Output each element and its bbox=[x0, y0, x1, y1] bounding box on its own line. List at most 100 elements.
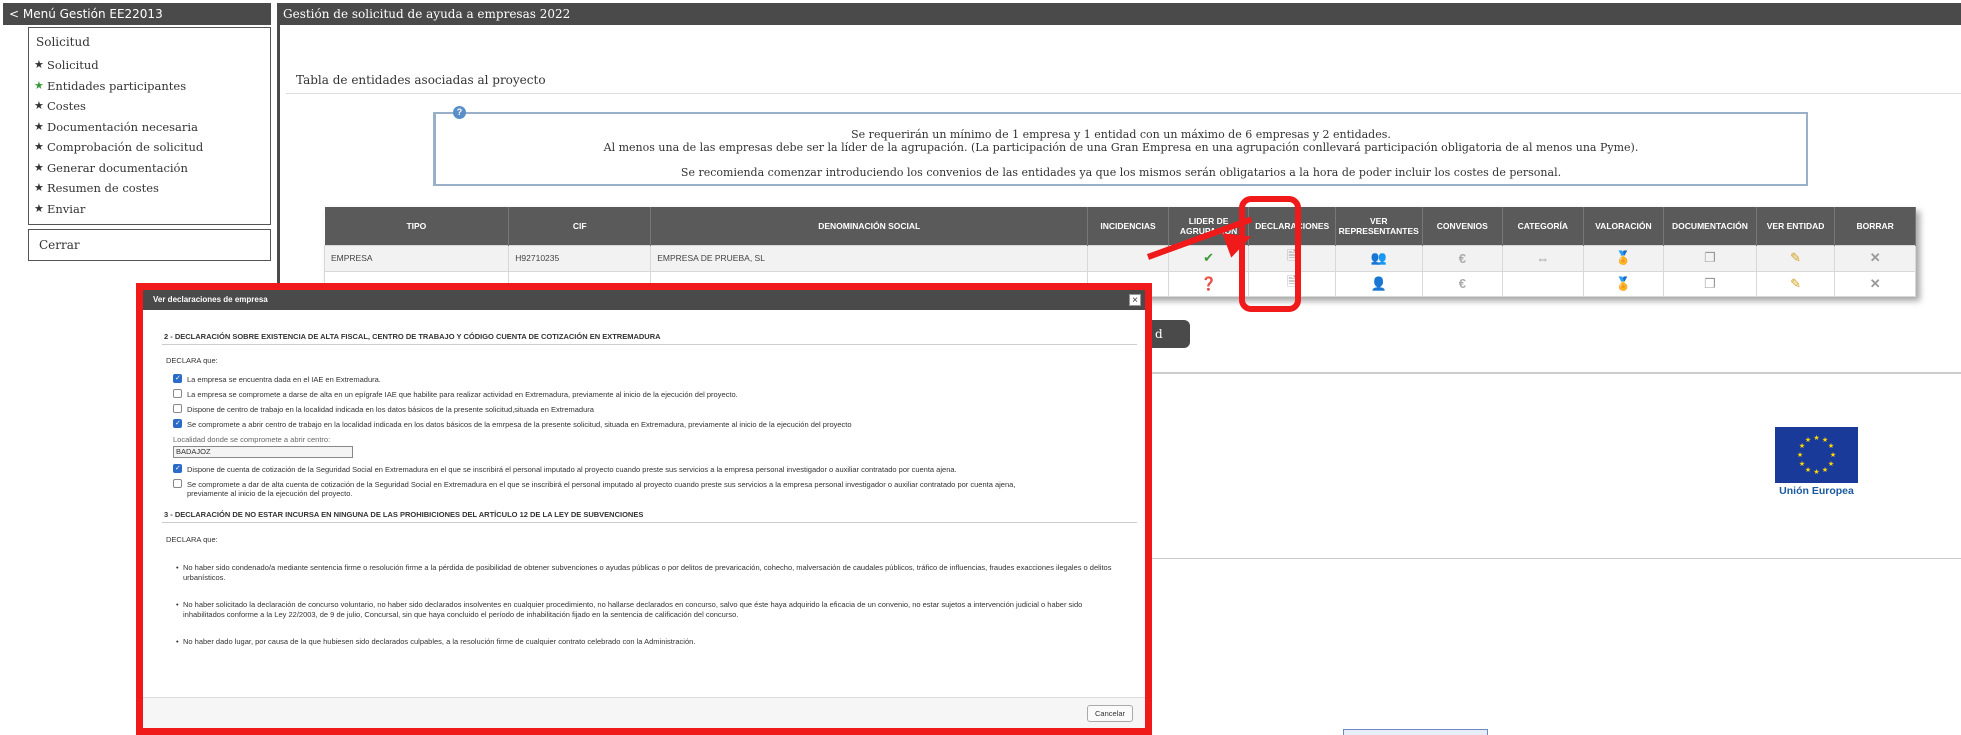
svg-text:★: ★ bbox=[1828, 460, 1834, 468]
section-title: 3 - DECLARACIÓN DE NO ESTAR INCURSA EN N… bbox=[164, 510, 644, 519]
checkbox-unchecked[interactable] bbox=[173, 479, 182, 488]
localidad-input[interactable]: BADAJOZ bbox=[173, 446, 353, 458]
cancel-button[interactable]: Cancelar bbox=[1087, 705, 1133, 722]
medal-icon[interactable]: 🏅 bbox=[1582, 244, 1665, 272]
medal-icon[interactable]: 🏅 bbox=[1582, 270, 1665, 297]
checkbox-row[interactable]: Se compromete a abrir centro de trabajo … bbox=[173, 419, 852, 429]
menu-item-label: Documentación necesaria bbox=[47, 119, 198, 134]
pencil-icon[interactable]: ✎ bbox=[1755, 270, 1836, 297]
svg-text:★: ★ bbox=[1813, 468, 1819, 476]
menu-section-title: Solicitud bbox=[36, 35, 90, 49]
menu-item-label: Generar documentación bbox=[47, 160, 188, 175]
divider bbox=[162, 522, 1137, 523]
column-header: DENOMINACIÓN SOCIAL bbox=[650, 207, 1089, 245]
column-header: VER REPRESENTANTES bbox=[1335, 207, 1423, 245]
checkbox-row[interactable]: La empresa se compromete a darse de alta… bbox=[173, 389, 738, 399]
checkbox-row[interactable]: Dispone de centro de trabajo en la local… bbox=[173, 404, 594, 414]
menu-item-label: Costes bbox=[47, 99, 86, 113]
list-item: No haber solicitado la declaración de co… bbox=[176, 600, 1123, 619]
representantes-icon[interactable]: 👥 bbox=[1334, 244, 1423, 272]
table-title: Tabla de entidades asociadas al proyecto bbox=[296, 73, 546, 87]
star-icon: ★ bbox=[34, 78, 44, 92]
declara-label: DECLARA que: bbox=[166, 356, 218, 365]
info-line: Se recomienda comenzar introduciendo los… bbox=[680, 166, 1562, 179]
euro-icon[interactable]: € bbox=[1421, 244, 1504, 272]
localidad-label: Localidad donde se compromete a abrir ce… bbox=[173, 435, 331, 444]
checkbox-label: La empresa se encuentra dada en el IAE e… bbox=[187, 375, 381, 384]
documents-icon[interactable]: ❐ bbox=[1663, 270, 1757, 297]
checkbox-row[interactable]: Dispone de cuenta de cotización de la Se… bbox=[173, 464, 957, 474]
eu-flag-icon: ★ ★ ★ ★ ★ ★ ★ ★ ★ ★ ★ ★ bbox=[1775, 427, 1858, 483]
star-icon: ★ bbox=[34, 99, 44, 112]
menu-box: Solicitud ★ Solicitud ★ Entidades particip… bbox=[28, 27, 271, 225]
menu-item-generar[interactable]: ★ Generar documentación bbox=[29, 158, 270, 179]
table-row: EMPRESA H92710235 EMPRESA DE PRUEBA, SL … bbox=[323, 244, 1916, 272]
divider bbox=[1148, 558, 1961, 559]
info-icon: ? bbox=[453, 106, 466, 119]
declaraciones-highlight bbox=[1239, 196, 1301, 312]
info-line: Al menos una de las empresas debe ser la… bbox=[603, 141, 1639, 154]
close-menu-button[interactable]: Cerrar bbox=[28, 229, 271, 261]
delete-icon[interactable]: ✕ bbox=[1834, 244, 1916, 272]
column-header: CATEGORÍA bbox=[1502, 207, 1584, 245]
documents-icon[interactable]: ❐ bbox=[1663, 244, 1757, 272]
info-box: Se requerirán un mínimo de 1 empresa y 1… bbox=[433, 112, 1808, 186]
close-icon[interactable]: × bbox=[1129, 294, 1141, 306]
menu-item-label: Entidades participantes bbox=[47, 78, 187, 93]
star-icon: ★ bbox=[34, 181, 44, 194]
checkbox-unchecked[interactable] bbox=[173, 389, 182, 398]
column-header: VALORACIÓN bbox=[1583, 207, 1665, 245]
star-icon: ★ bbox=[34, 58, 44, 71]
declara-label: DECLARA que: bbox=[166, 535, 218, 544]
menu-item-enviar[interactable]: ★ Enviar bbox=[29, 199, 270, 220]
bottom-bar bbox=[1343, 729, 1488, 735]
menu-item-costes[interactable]: ★ Costes bbox=[29, 96, 270, 117]
menu-item-solicitud[interactable]: ★ Solicitud bbox=[29, 55, 270, 76]
checkbox-checked[interactable] bbox=[173, 464, 182, 473]
column-header: TIPO bbox=[324, 207, 510, 245]
menu-item-resumen[interactable]: ★ Resumen de costes bbox=[29, 178, 270, 199]
menu-item-label: Comprobación de solicitud bbox=[47, 140, 204, 154]
modal-footer: Cancelar bbox=[143, 697, 1145, 728]
modal-title: Ver declaraciones de empresa bbox=[143, 290, 1145, 310]
star-icon: ★ bbox=[34, 119, 44, 133]
pencil-icon[interactable]: ✎ bbox=[1755, 244, 1836, 272]
cell-incidencias bbox=[1087, 244, 1169, 272]
column-header: BORRAR bbox=[1834, 207, 1916, 245]
category-icon[interactable]: ⇔ bbox=[1502, 244, 1584, 272]
euro-icon[interactable]: € bbox=[1421, 270, 1504, 297]
menu-list: ★ Solicitud ★ Entidades participantes ★ Cos… bbox=[29, 55, 270, 219]
menu-item-label: Enviar bbox=[47, 201, 86, 216]
menu-item-entidades[interactable]: ★ Entidades participantes bbox=[29, 76, 270, 97]
cell-tipo: EMPRESA bbox=[323, 244, 510, 272]
checkbox-label: Se compromete a dar de alta cuenta de co… bbox=[187, 480, 1016, 498]
checkbox-label: La empresa se compromete a darse de alta… bbox=[187, 390, 738, 399]
page-title: Gestión de solicitud de ayuda a empresas… bbox=[277, 3, 1961, 25]
menu-header[interactable]: < Menú Gestión EE22013 bbox=[3, 3, 271, 25]
help-icon: ❓ bbox=[1167, 270, 1250, 297]
column-header: INCIDENCIAS bbox=[1087, 207, 1169, 245]
user-icon[interactable]: 👤 bbox=[1334, 270, 1423, 297]
svg-text:★: ★ bbox=[1805, 436, 1811, 444]
modal-body[interactable]: 2 - DECLARACIÓN SOBRE EXISTENCIA DE ALTA… bbox=[143, 310, 1145, 697]
checkbox-checked[interactable] bbox=[173, 419, 182, 428]
cell-cif: H92710235 bbox=[508, 244, 652, 272]
checkbox-unchecked[interactable] bbox=[173, 404, 182, 413]
svg-text:★: ★ bbox=[1822, 466, 1828, 474]
delete-icon[interactable]: ✕ bbox=[1834, 270, 1916, 297]
checkbox-label: Dispone de centro de trabajo en la local… bbox=[187, 405, 594, 414]
checkbox-label: Dispone de cuenta de cotización de la Se… bbox=[187, 465, 957, 474]
modal-title-text: Ver declaraciones de empresa bbox=[153, 295, 268, 304]
star-icon: ★ bbox=[34, 201, 44, 215]
checkbox-row[interactable]: La empresa se encuentra dada en el IAE e… bbox=[173, 374, 381, 384]
checkbox-checked[interactable] bbox=[173, 374, 182, 383]
column-header: CONVENIOS bbox=[1422, 207, 1504, 245]
checkbox-row[interactable]: Se compromete a dar de alta cuenta de co… bbox=[173, 479, 1023, 498]
menu-item-documentacion[interactable]: ★ Documentación necesaria bbox=[29, 117, 270, 138]
menu-item-comprobacion[interactable]: ★ Comprobación de solicitud bbox=[29, 137, 270, 158]
divider bbox=[286, 93, 1961, 94]
column-header: DOCUMENTACIÓN bbox=[1663, 207, 1757, 245]
divider bbox=[1148, 372, 1961, 374]
eu-label: Unión Europea bbox=[1779, 485, 1854, 497]
table-header-row: TIPO CIF DENOMINACIÓN SOCIAL INCIDENCIAS… bbox=[324, 207, 1916, 245]
